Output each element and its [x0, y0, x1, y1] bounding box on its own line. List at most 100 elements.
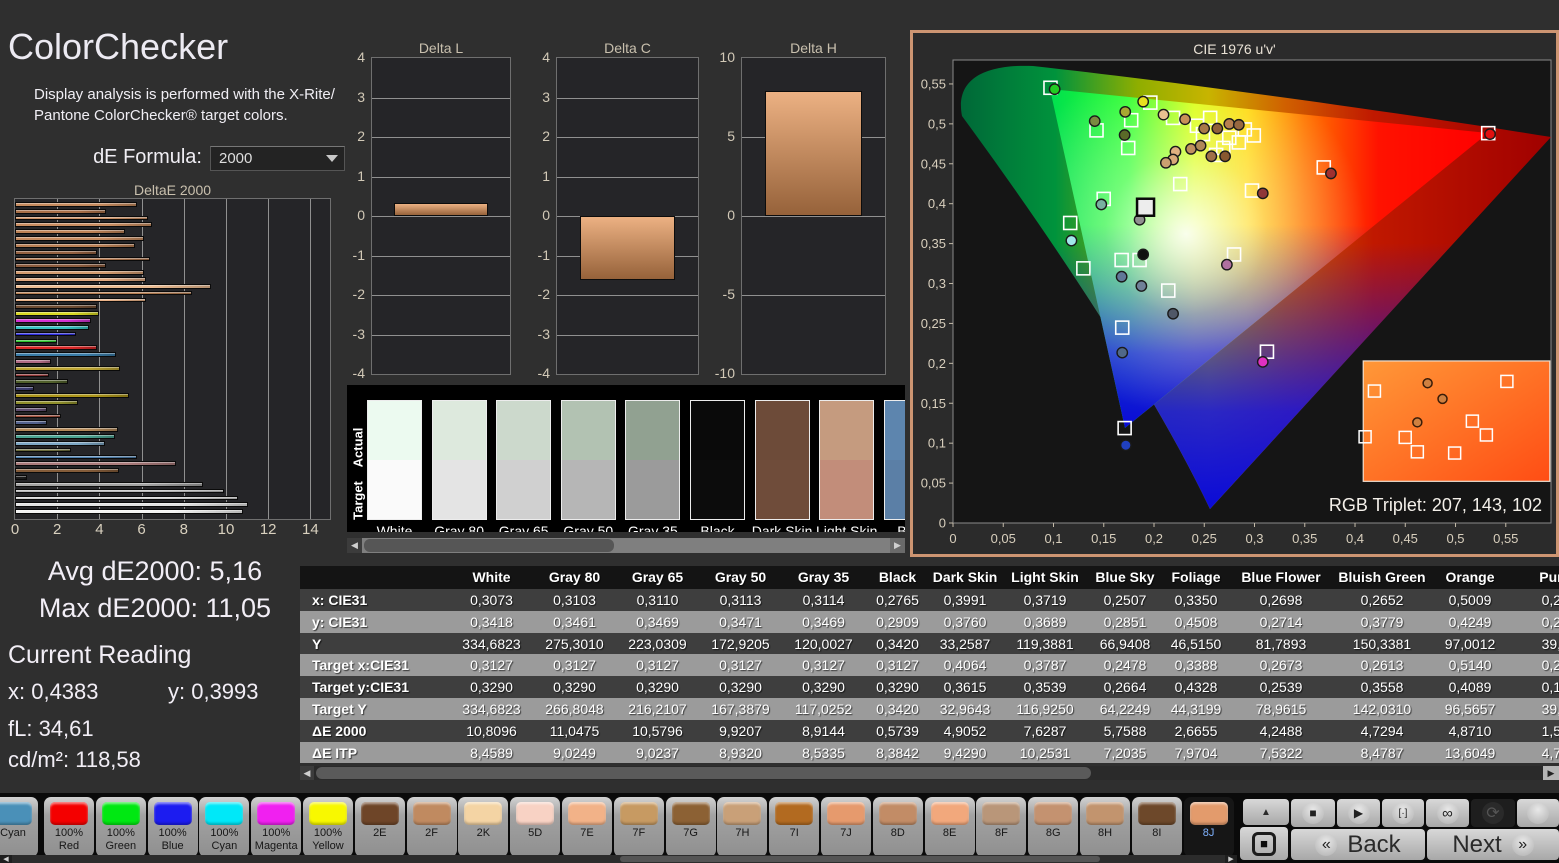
- loop-button[interactable]: ∞: [1426, 799, 1469, 827]
- patch-tab-8h[interactable]: 8H: [1080, 797, 1130, 857]
- patch-tab-7e[interactable]: 7E: [562, 797, 612, 857]
- scrollbar-thumb[interactable]: [620, 856, 1100, 862]
- measured-point-marker: [1205, 150, 1218, 163]
- delta-e-bar: [15, 352, 117, 357]
- table-cell: 0,2157: [1541, 592, 1559, 608]
- delta-e-bar: [15, 413, 62, 419]
- patch-tab-8g[interactable]: 8G: [1028, 797, 1079, 857]
- patch-tab-7j[interactable]: 7J: [821, 797, 871, 857]
- swatch-strip-scrollbar[interactable]: ◀ ▶: [347, 538, 905, 553]
- patch-tab-100-cyan[interactable]: 100% Cyan: [199, 797, 250, 857]
- patch-tab-label: 7H: [735, 827, 750, 839]
- next-arrow-icon: »: [1511, 833, 1534, 856]
- patch-tab-7f[interactable]: 7F: [613, 797, 664, 857]
- extra-button[interactable]: [1517, 799, 1559, 827]
- scroll-left-icon[interactable]: ◀: [347, 538, 362, 553]
- patch-tab-100-yellow[interactable]: 100% Yellow: [303, 797, 353, 857]
- measured-point-marker: [1198, 122, 1211, 135]
- row-label: Target Y: [312, 701, 367, 717]
- y-tick-label: 0,05: [921, 476, 946, 491]
- table-cell: 334,6823: [462, 635, 521, 652]
- y-tick-label: 0,45: [921, 156, 946, 171]
- table-cell: 0,2539: [1259, 679, 1303, 696]
- y-tick-label: 3: [542, 88, 550, 105]
- x-tick-label: 0: [10, 521, 20, 538]
- delta-e-bar: [15, 324, 89, 330]
- patch-color-chip: [205, 802, 244, 825]
- patch-tab-8j[interactable]: 8J: [1183, 797, 1234, 857]
- patch-tab-100-blue[interactable]: 100% Blue: [147, 797, 198, 857]
- patch-tab-label: 7G: [683, 827, 698, 839]
- gridline: [372, 137, 510, 138]
- patch-tab-2k[interactable]: 2K: [458, 797, 509, 857]
- table-cell: 216,2107: [628, 701, 687, 717]
- refresh-button[interactable]: ⟳: [1471, 799, 1515, 827]
- table-cell: 117,0252: [794, 701, 853, 717]
- patch-tab-7h[interactable]: 7H: [717, 797, 768, 857]
- y-tick-label: 0,1: [928, 436, 946, 451]
- gridline: [557, 334, 698, 336]
- patch-tab-7i[interactable]: 7I: [769, 797, 820, 857]
- measured-point-marker: [1135, 280, 1148, 292]
- measured-point-marker: [1167, 307, 1179, 320]
- tabs-scrollbar[interactable]: ◀ ▶: [0, 855, 1237, 863]
- patch-tab-8f[interactable]: 8F: [976, 797, 1027, 857]
- table-cell: 0,2673: [1259, 657, 1303, 674]
- delta-e-bar: [15, 406, 47, 412]
- table-cell: 66,9408: [1099, 635, 1151, 652]
- scroll-right-icon[interactable]: ▶: [890, 538, 905, 553]
- stop-button[interactable]: ■: [1291, 799, 1335, 827]
- cdm2-readout: cd/m²: 118,58: [8, 747, 141, 772]
- table-cell: 7,6287: [1023, 722, 1067, 739]
- patch-tab-7g[interactable]: 7G: [665, 797, 716, 857]
- table-cell: 0,3350: [1174, 592, 1218, 608]
- scroll-up-button[interactable]: ▲: [1243, 799, 1289, 825]
- table-cell: 0,2698: [1259, 592, 1303, 608]
- delta-e-bar: [15, 365, 121, 371]
- measured-point-marker: [1115, 270, 1128, 283]
- description-line2: Pantone ColorChecker® target colors.: [34, 107, 288, 124]
- patch-tab-100-red[interactable]: 100% Red: [44, 797, 94, 857]
- patch-tab-8d[interactable]: 8D: [872, 797, 923, 857]
- cie-chromaticity-chart: 0 0,05 0,1 0,15 0,2 0,25 0,3 0,35 0,4 0,45 0,5 0,55…: [921, 59, 1552, 546]
- patch-tab-100-magenta[interactable]: 100% Magenta: [251, 797, 302, 857]
- patch-tab-8e[interactable]: 8E: [924, 797, 975, 857]
- y-tick-label: -3: [537, 325, 550, 342]
- scroll-left-icon[interactable]: ◀: [300, 766, 314, 780]
- patch-tab-cyan[interactable]: Cyan: [0, 797, 38, 857]
- patch-tab-label: 2F: [425, 827, 439, 839]
- measured-point-marker: [1159, 156, 1172, 169]
- play-button[interactable]: ▶: [1337, 799, 1380, 827]
- frame-button[interactable]: [·]: [1382, 799, 1424, 827]
- patch-tab-2e[interactable]: 2E: [354, 797, 405, 857]
- scroll-right-icon[interactable]: ▶: [1543, 766, 1559, 780]
- x-tick-label: 0,45: [1393, 531, 1418, 546]
- back-button[interactable]: « Back: [1291, 829, 1425, 860]
- scroll-right-icon[interactable]: ▶: [1225, 855, 1237, 863]
- scroll-left-icon[interactable]: ◀: [0, 855, 12, 863]
- scrollbar-thumb[interactable]: [364, 539, 614, 552]
- patch-tab-label: 100% Red: [54, 827, 84, 852]
- patch-tab-label: 5D: [528, 827, 543, 839]
- next-button[interactable]: Next »: [1427, 829, 1559, 860]
- delta-e-bar: [15, 331, 77, 337]
- table-scrollbar[interactable]: ◀ ▶: [300, 766, 1559, 780]
- de-formula-dropdown[interactable]: 2000: [210, 146, 345, 171]
- gridline: [310, 199, 312, 519]
- scrollbar-thumb[interactable]: [316, 767, 1091, 779]
- delta-e-bar: [15, 372, 49, 378]
- delta-e-bar: [15, 208, 106, 214]
- patch-tab-5d[interactable]: 5D: [510, 797, 561, 857]
- column-header: Foliage: [1171, 569, 1221, 585]
- patch-tab-2f[interactable]: 2F: [406, 797, 457, 857]
- patch-tab-label: 100% Yellow: [312, 827, 344, 852]
- patch-tab-8i[interactable]: 8I: [1131, 797, 1182, 857]
- x-tick-label: 0,5: [1446, 531, 1464, 546]
- row-label: Target x:CIE31: [312, 657, 409, 674]
- patch-tab-100-green[interactable]: 100% Green: [95, 797, 146, 857]
- table-cell: 0,3539: [1023, 679, 1067, 696]
- patch-window-button[interactable]: ■: [1240, 827, 1288, 860]
- column-header: Bluish Green: [1338, 569, 1426, 585]
- y-tick-label: 10: [719, 49, 735, 65]
- table-cell: 0,3290: [719, 679, 762, 696]
